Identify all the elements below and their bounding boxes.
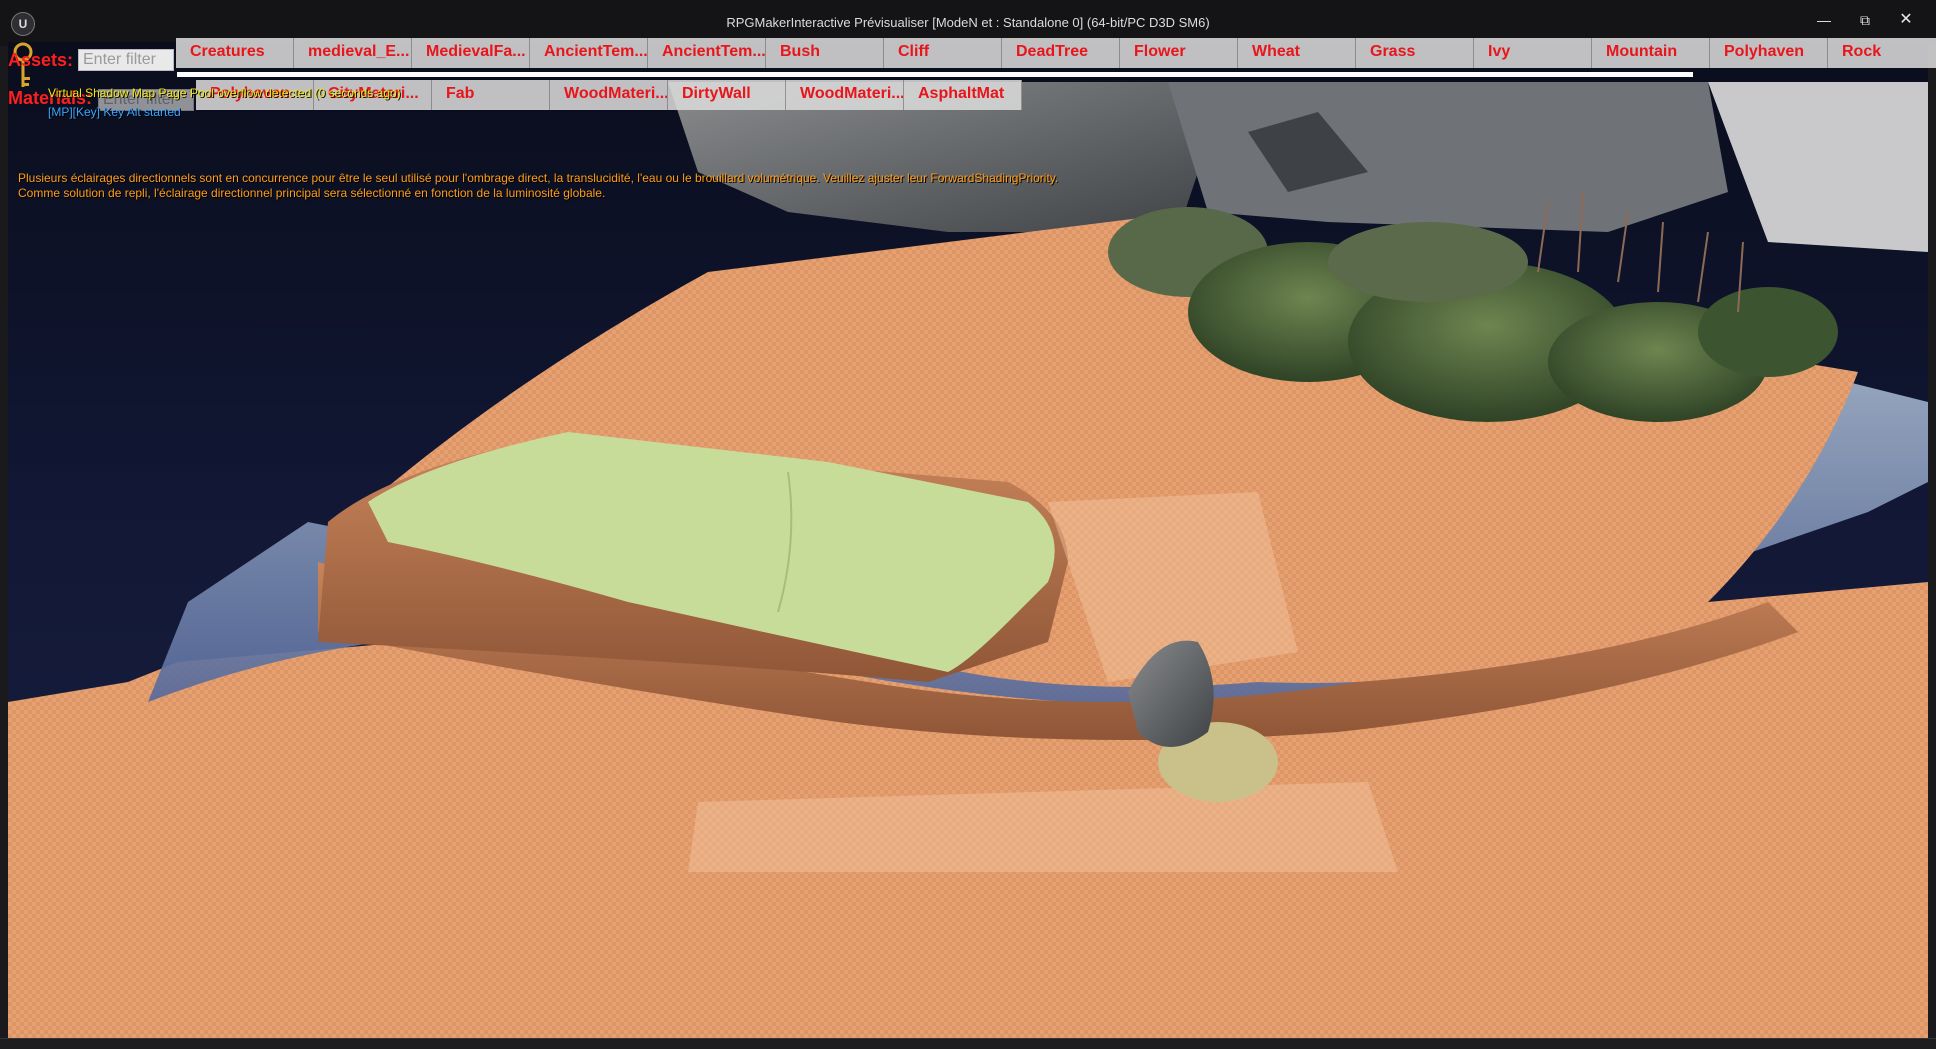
assets-buttons-button[interactable]: Polyhaven (1710, 38, 1828, 68)
assets-buttons-button[interactable]: Grass (1356, 38, 1474, 68)
assets-button-row: Creatures medieval_E... MedievalFa... Ancie… (176, 38, 1936, 68)
log-key-started: [MP][Key] Key Alt started (48, 105, 181, 119)
materials-buttons-button[interactable]: Fab (432, 80, 550, 110)
materials-buttons-button[interactable]: WoodMateri... (786, 80, 904, 110)
minimize-icon[interactable]: — (1806, 8, 1842, 32)
assets-buttons-button[interactable]: MedievalFa... (412, 38, 530, 68)
log-warning-lights: Plusieurs éclairages directionnels sont … (18, 171, 1059, 185)
assets-buttons-button[interactable]: Wheat (1238, 38, 1356, 68)
assets-buttons-button[interactable]: AncientTem... (648, 38, 766, 68)
close-icon[interactable]: ✕ (1888, 8, 1924, 32)
assets-buttons-button[interactable]: DeadTree (1002, 38, 1120, 68)
window-title: RPGMakerInteractive Prévisualiser [ModeN… (726, 15, 1210, 30)
restore-icon[interactable]: ⧉ (1847, 8, 1883, 32)
assets-buttons-button[interactable]: Mountain (1592, 38, 1710, 68)
log-shadow-overflow: Virtual Shadow Map Page Pool overflow de… (48, 86, 401, 100)
assets-buttons-button[interactable]: Bush (766, 38, 884, 68)
assets-buttons-button[interactable]: Creatures (176, 38, 294, 68)
materials-buttons-button[interactable]: DirtyWall (668, 80, 786, 110)
log-warning-fallback: Comme solution de repli, l'éclairage dir… (18, 186, 606, 200)
assets-buttons-button[interactable]: medieval_E... (294, 38, 412, 68)
materials-buttons-button[interactable]: AsphaltMat (904, 80, 1022, 110)
materials-buttons-button[interactable]: WoodMateri... (550, 80, 668, 110)
assets-buttons-button[interactable]: Cliff (884, 38, 1002, 68)
assets-buttons-button[interactable]: Ivy (1474, 38, 1592, 68)
assets-buttons-button[interactable]: Flower (1120, 38, 1238, 68)
assets-loading-bar (177, 72, 1693, 77)
window-bottom-bar (0, 1038, 1936, 1049)
assets-buttons-button[interactable]: AncientTem... (530, 38, 648, 68)
app-window: U RPGMakerInteractive Prévisualiser [Mod… (0, 0, 1936, 1049)
assets-label: Assets: (8, 50, 74, 70)
assets-filter-input[interactable] (78, 49, 174, 71)
assets-buttons-button[interactable]: Rock (1828, 38, 1936, 68)
